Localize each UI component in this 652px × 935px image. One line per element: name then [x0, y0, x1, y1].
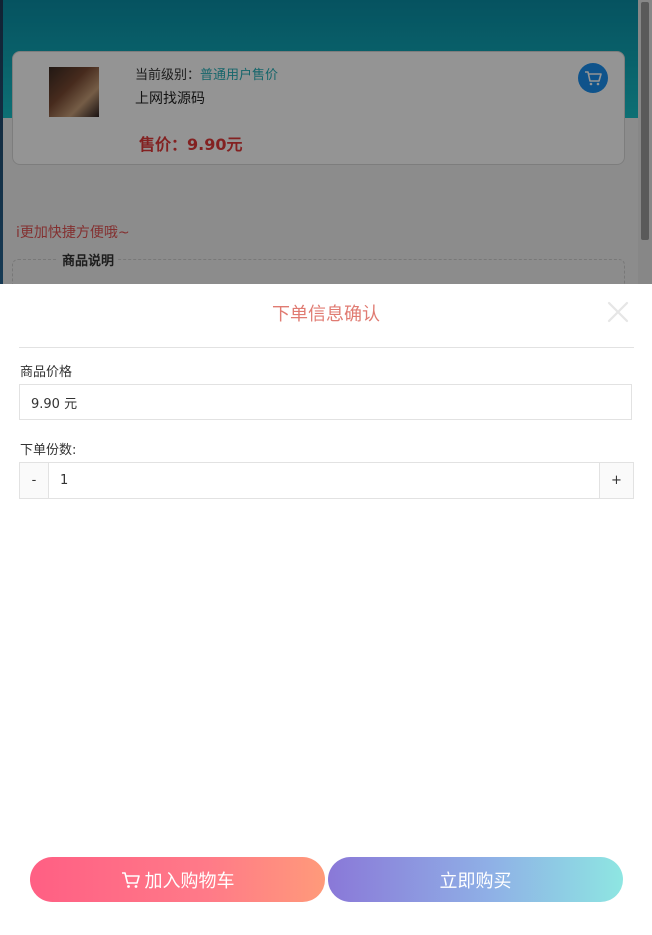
- quantity-label: 下单份数:: [20, 443, 77, 458]
- add-to-cart-button[interactable]: 加入购物车: [30, 857, 325, 902]
- order-confirm-modal: 下单信息确认 商品价格 9.90 元 下单份数: - 1 + 加入购物车 立即购…: [0, 284, 652, 935]
- price-label: 商品价格: [20, 365, 73, 380]
- divider: [19, 347, 634, 348]
- add-to-cart-label: 加入购物车: [144, 870, 235, 892]
- buy-now-label: 立即购买: [439, 870, 512, 892]
- buy-now-button[interactable]: 立即购买: [328, 857, 623, 902]
- price-field: 9.90 元: [19, 384, 632, 420]
- price-value: 9.90 元: [31, 396, 78, 412]
- close-button[interactable]: [606, 300, 630, 324]
- cart-icon: [121, 871, 141, 889]
- quantity-stepper: - 1 +: [19, 462, 634, 499]
- quantity-value: 1: [60, 473, 69, 488]
- close-icon: [607, 301, 629, 323]
- decrease-button[interactable]: -: [19, 462, 49, 499]
- increase-button[interactable]: +: [599, 462, 634, 499]
- quantity-input[interactable]: 1: [49, 462, 599, 499]
- modal-title: 下单信息确认: [272, 304, 380, 325]
